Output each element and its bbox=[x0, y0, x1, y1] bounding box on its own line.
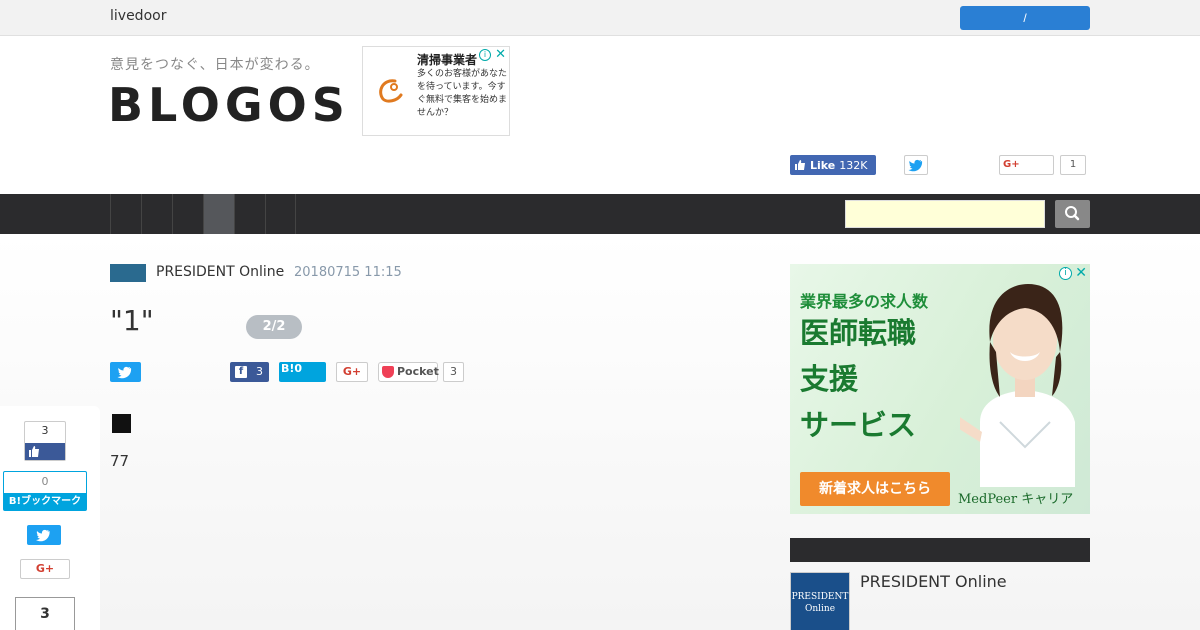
source-badge[interactable] bbox=[110, 264, 146, 282]
side-twitter-button[interactable] bbox=[27, 525, 61, 545]
share-hatena-button[interactable]: B!0 bbox=[279, 362, 326, 382]
ad-info-icon[interactable]: i bbox=[479, 49, 491, 61]
side-hatena-label: B!ブックマーク bbox=[4, 493, 86, 510]
cleaning-logo-icon bbox=[379, 79, 403, 103]
side-googleplus-button[interactable]: G+ bbox=[20, 559, 70, 579]
small-ad-title: 清掃事業者 bbox=[417, 53, 478, 67]
search-input[interactable] bbox=[845, 200, 1045, 228]
pocket-icon bbox=[382, 366, 394, 378]
twitter-bird-icon bbox=[908, 159, 923, 172]
big-ad-brand: MedPeer キャリア bbox=[958, 492, 1074, 507]
side-facebook-like[interactable]: 3 bbox=[24, 421, 66, 461]
nav-item-1[interactable] bbox=[110, 194, 141, 234]
side-facebook-count: 3 bbox=[41, 424, 49, 437]
side-hatena-bookmark[interactable]: 0 B!ブックマーク bbox=[3, 471, 87, 511]
big-ad-cta-button[interactable]: 新着求人はこちら bbox=[800, 472, 950, 506]
facebook-like-button[interactable]: Like 132K bbox=[790, 155, 876, 175]
search-icon bbox=[1065, 206, 1080, 221]
sidebar-header-bar bbox=[790, 538, 1090, 562]
big-ad-line2: 医師転職 bbox=[800, 316, 917, 350]
small-ad-body: 多くのお客様があなたを待っています。今すぐ無料で集客を始めませんか？ bbox=[417, 69, 508, 118]
login-button[interactable]: / bbox=[960, 6, 1090, 30]
nav-item-5[interactable] bbox=[234, 194, 265, 234]
pocket-count: 3 bbox=[443, 362, 464, 382]
fb-like-label: Like bbox=[810, 158, 836, 172]
top-bar: livedoor / bbox=[0, 0, 1200, 36]
sidebar-source-thumbnail[interactable]: PRESIDENT Online bbox=[790, 572, 850, 630]
page-indicator: 2/2 bbox=[246, 315, 302, 339]
big-ad-line4: サービス bbox=[800, 408, 917, 442]
site-logo[interactable]: BLOGOS bbox=[108, 78, 350, 132]
share-googleplus-button[interactable]: G+ bbox=[336, 362, 368, 382]
article-body-number: 77 bbox=[110, 452, 130, 470]
twitter-bird-icon bbox=[36, 529, 50, 542]
share-facebook-button[interactable]: f 3 bbox=[230, 362, 269, 382]
doctor-woman-illustration bbox=[960, 284, 1075, 487]
ad-close-icon[interactable]: ✕ bbox=[1075, 265, 1087, 281]
twitter-bird-icon bbox=[117, 366, 132, 379]
livedoor-brand-link[interactable]: livedoor bbox=[110, 8, 166, 24]
facebook-f-icon: f bbox=[235, 366, 247, 378]
nav-item-6[interactable] bbox=[265, 194, 296, 234]
google-plus-count: 1 bbox=[1060, 155, 1086, 175]
big-ad-line3: 支援 bbox=[800, 362, 859, 396]
nav-item-3[interactable] bbox=[172, 194, 203, 234]
thumbs-up-icon bbox=[29, 446, 39, 457]
article-source[interactable]: PRESIDENT Online bbox=[156, 264, 284, 280]
side-hatena-count: 0 bbox=[41, 475, 49, 488]
nav-item-2[interactable] bbox=[141, 194, 172, 234]
search-button[interactable] bbox=[1055, 200, 1090, 228]
site-tagline: 意見をつなぐ、日本が変わる。 bbox=[110, 57, 320, 73]
small-ad-banner[interactable]: 清掃事業者 多くのお客様があなたを待っています。今すぐ無料で集客を始めませんか？… bbox=[362, 46, 510, 136]
sidebar-source-name[interactable]: PRESIDENT Online bbox=[860, 572, 1007, 591]
fb-like-count: 132K bbox=[839, 158, 868, 172]
big-ad-banner[interactable]: 業界最多の求人数 医師転職 支援 サービス 新着求人はこちら MedPeer キ… bbox=[790, 264, 1090, 514]
share-facebook-count: 3 bbox=[256, 365, 263, 378]
side-total-count: 3 bbox=[15, 597, 75, 630]
nav-item-4-active[interactable] bbox=[203, 194, 234, 234]
twitter-tweet-button[interactable] bbox=[904, 155, 928, 175]
big-ad-line1: 業界最多の求人数 bbox=[800, 292, 929, 311]
pocket-label: Pocket bbox=[397, 365, 439, 378]
thumbs-up-icon bbox=[795, 160, 805, 170]
share-pocket-button[interactable]: Pocket bbox=[378, 362, 439, 382]
ad-info-icon[interactable]: i bbox=[1059, 267, 1072, 280]
article-title: "1" bbox=[110, 304, 154, 337]
ad-close-icon[interactable]: ✕ bbox=[495, 47, 506, 62]
article-date: 20180715 11:15 bbox=[294, 265, 402, 280]
body-heading-square bbox=[112, 414, 131, 433]
share-twitter-button[interactable] bbox=[110, 362, 141, 382]
google-plus-button[interactable]: G+ bbox=[999, 155, 1054, 175]
